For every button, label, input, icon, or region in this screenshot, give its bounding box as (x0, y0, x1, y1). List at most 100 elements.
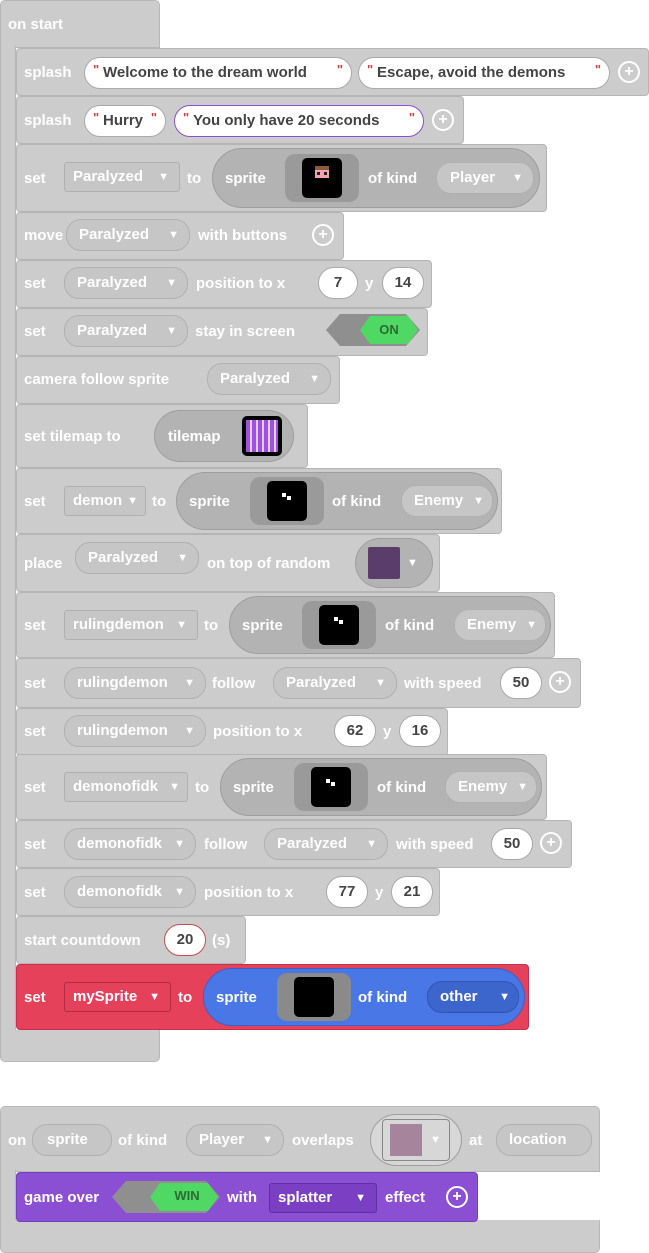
empty-sprite-icon (294, 977, 334, 1017)
quote-icon: " (336, 62, 343, 77)
add-argument-icon[interactable]: + (432, 109, 454, 131)
y-value-input[interactable]: 16 (399, 715, 441, 747)
set-tilemap-keyword: set tilemap to (24, 428, 121, 445)
chevron-down-icon: ▼ (184, 677, 195, 689)
variable-dropdown[interactable]: Paralyzed ▼ (64, 315, 188, 347)
of-kind-keyword: of kind (368, 170, 418, 187)
variable-dropdown[interactable]: Paralyzed ▼ (64, 267, 188, 299)
kind-dropdown[interactable]: Player ▼ (436, 162, 534, 194)
speed-input[interactable]: 50 (491, 828, 533, 860)
toggle-label: ON (379, 322, 399, 337)
kind-dropdown[interactable]: Enemy ▼ (454, 609, 546, 641)
variable-dropdown[interactable]: Paralyzed ▼ (207, 363, 331, 395)
on-start-label: on start (8, 16, 64, 33)
chevron-down-icon: ▼ (166, 277, 177, 289)
variable-dropdown[interactable]: rulingdemon ▼ (64, 715, 206, 747)
target-dropdown[interactable]: Paralyzed ▼ (273, 667, 397, 699)
kind-dropdown[interactable]: other ▼ (427, 981, 519, 1013)
variable-dropdown[interactable]: demonofidk ▼ (64, 876, 196, 908)
on-off-toggle[interactable]: ON (326, 314, 420, 346)
splash-keyword: splash (24, 112, 72, 129)
on-keyword: on (8, 1132, 27, 1149)
variable-dropdown[interactable]: Paralyzed ▼ (75, 542, 199, 574)
stay-in-screen-keyword: stay in screen (195, 323, 296, 340)
on-top-of-random-keyword: on top of random (207, 555, 331, 572)
variable-dropdown[interactable]: mySprite ▼ (64, 982, 171, 1012)
y-value-input[interactable]: 14 (382, 267, 424, 299)
variable-dropdown[interactable]: rulingdemon ▼ (64, 667, 206, 699)
splash-text-input-4[interactable]: " You only have 20 seconds " (174, 105, 424, 137)
win-lose-toggle[interactable]: WIN (112, 1181, 220, 1213)
start-countdown-keyword: start countdown (24, 932, 141, 949)
add-argument-icon[interactable]: + (549, 671, 571, 693)
chevron-down-icon: ▼ (526, 619, 537, 631)
variable-dropdown[interactable]: demonofidk ▼ (64, 828, 196, 860)
sprite-keyword: sprite (242, 617, 283, 634)
tilemap-thumbnail-icon[interactable] (242, 416, 282, 456)
kind-dropdown[interactable]: Enemy ▼ (401, 485, 493, 517)
add-argument-icon[interactable]: + (446, 1186, 468, 1208)
kind-dropdown[interactable]: Enemy ▼ (445, 771, 537, 803)
sprite-keyword: sprite (189, 493, 230, 510)
x-value-input[interactable]: 77 (326, 876, 368, 908)
quote-icon: " (93, 62, 100, 77)
y-value-input[interactable]: 21 (391, 876, 433, 908)
enemy-sprite-icon (319, 605, 359, 645)
add-argument-icon[interactable]: + (540, 832, 562, 854)
variable-dropdown[interactable]: Paralyzed ▼ (64, 162, 180, 192)
countdown-input[interactable]: 20 (164, 924, 206, 956)
add-argument-icon[interactable]: + (312, 224, 334, 246)
chevron-down-icon: ▼ (127, 495, 138, 507)
set-keyword: set (24, 323, 46, 340)
with-speed-keyword: with speed (396, 836, 474, 853)
set-keyword: set (24, 723, 46, 740)
location-variable-pill[interactable]: location (496, 1124, 592, 1156)
sprite-keyword: sprite (216, 989, 257, 1006)
on-overlap-footer (0, 1220, 600, 1253)
move-keyword: move (24, 227, 64, 244)
y-keyword: y (365, 275, 374, 292)
place-keyword: place (24, 555, 63, 572)
add-argument-icon[interactable]: + (618, 61, 640, 83)
target-dropdown[interactable]: Paralyzed ▼ (264, 828, 388, 860)
splash-text-input-3[interactable]: " Hurry " (84, 105, 166, 137)
on-overlap-body (0, 1170, 16, 1226)
set-keyword: set (24, 170, 46, 187)
chevron-down-icon: ▼ (149, 991, 160, 1003)
variable-dropdown[interactable]: rulingdemon ▼ (64, 610, 198, 640)
variable-dropdown[interactable]: demonofidk ▼ (64, 772, 188, 802)
x-value-input[interactable]: 62 (334, 715, 376, 747)
chevron-down-icon: ▼ (430, 1134, 441, 1146)
position-keyword: position to x (204, 884, 294, 901)
variable-dropdown[interactable]: Paralyzed ▼ (66, 219, 190, 251)
overlaps-keyword: overlaps (292, 1132, 354, 1149)
splash-text-input-2[interactable]: " Escape, avoid the demons " (358, 57, 610, 89)
camera-follow-keyword: camera follow sprite (24, 371, 170, 388)
follow-keyword: follow (204, 836, 248, 853)
of-kind-keyword: of kind (118, 1132, 168, 1149)
effect-keyword: effect (385, 1189, 426, 1206)
of-kind-keyword: of kind (385, 617, 435, 634)
chevron-down-icon: ▼ (262, 1134, 273, 1146)
sprite-keyword: sprite (233, 779, 274, 796)
chevron-down-icon: ▼ (169, 781, 180, 793)
sprite-variable-pill[interactable]: sprite (32, 1124, 112, 1156)
splash-text-input-1[interactable]: " Welcome to the dream world " (84, 57, 352, 89)
kind-dropdown[interactable]: Player ▼ (186, 1124, 284, 1156)
x-value-input[interactable]: 7 (318, 267, 358, 299)
effect-dropdown[interactable]: splatter ▼ (269, 1183, 377, 1213)
to-keyword: to (204, 617, 219, 634)
chevron-down-icon: ▼ (158, 171, 169, 183)
set-keyword: set (24, 989, 46, 1006)
enemy-sprite-icon (311, 767, 351, 807)
with-keyword: with (227, 1189, 257, 1206)
variable-dropdown[interactable]: demon ▼ (64, 486, 146, 516)
quote-icon: " (594, 62, 601, 77)
sprite-keyword: sprite (225, 170, 266, 187)
quote-icon: " (367, 62, 374, 77)
y-keyword: y (383, 723, 392, 740)
chevron-down-icon: ▼ (168, 229, 179, 241)
speed-input[interactable]: 50 (500, 667, 542, 699)
chevron-down-icon: ▼ (176, 619, 187, 631)
seconds-label: (s) (212, 932, 231, 949)
